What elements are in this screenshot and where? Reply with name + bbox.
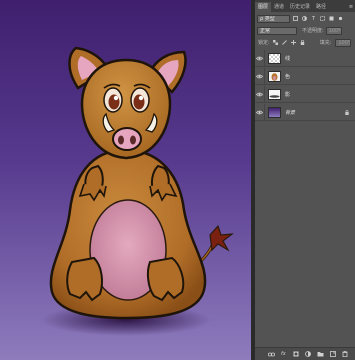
tab-layers[interactable]: 图层: [255, 2, 272, 12]
layer-style-fx-icon[interactable]: fx: [280, 351, 287, 358]
left-nostril: [118, 135, 124, 145]
visibility-eye-icon[interactable]: [255, 49, 265, 67]
lock-position-icon[interactable]: [290, 39, 297, 46]
boar-illustration: [41, 46, 234, 336]
lock-transparent-pixels-icon[interactable]: [272, 39, 279, 46]
layer-name: 影: [285, 91, 291, 98]
snout: [112, 127, 142, 151]
left-foot: [66, 256, 103, 302]
right-foot: [146, 256, 185, 302]
fill-field[interactable]: 100%: [335, 38, 352, 47]
filter-toggle-icon[interactable]: [337, 15, 344, 22]
document-canvas[interactable]: [0, 0, 251, 360]
visibility-eye-icon[interactable]: [255, 103, 265, 121]
filter-smart-object-icon[interactable]: [328, 15, 335, 22]
tab-paths[interactable]: 路径: [313, 2, 329, 12]
layers-panel: 图层 通道 历史记录 路径 ≡ ρ 类型 T 正常 不透明度: 100% 锁定:…: [255, 0, 355, 360]
filter-adjustment-icon[interactable]: [301, 15, 308, 22]
link-layers-icon[interactable]: [267, 351, 275, 358]
blend-mode-row: 正常 不透明度: 100%: [255, 26, 355, 35]
visibility-eye-icon[interactable]: [255, 67, 265, 85]
layer-row-background[interactable]: 背景: [255, 103, 355, 121]
opacity-label: 不透明度:: [302, 28, 324, 34]
add-mask-icon[interactable]: [292, 351, 299, 358]
layers-bottom-toolbar: fx: [255, 347, 355, 360]
panel-tab-bar: 图层 通道 历史记录 路径 ≡: [255, 0, 355, 12]
layer-thumbnail: [268, 70, 281, 82]
filter-kind-dropdown[interactable]: ρ 类型: [257, 14, 290, 23]
right-nostril: [130, 135, 136, 145]
tail-tuft: [209, 224, 234, 252]
layer-row-line[interactable]: 线: [255, 49, 355, 67]
left-pupil: [108, 94, 120, 110]
filter-pixel-icon[interactable]: [292, 15, 299, 22]
new-group-icon[interactable]: [317, 351, 324, 358]
visibility-eye-icon[interactable]: [255, 85, 265, 103]
lock-image-pixels-icon[interactable]: [281, 39, 288, 46]
photoshop-window: 图层 通道 历史记录 路径 ≡ ρ 类型 T 正常 不透明度: 100% 锁定:…: [0, 0, 355, 360]
layer-name: 线: [285, 55, 291, 62]
layer-row-shadow[interactable]: 影: [255, 85, 355, 103]
layer-filter-row: ρ 类型 T: [255, 14, 355, 23]
right-pupil: [133, 94, 145, 110]
lock-label: 锁定:: [258, 40, 270, 46]
lock-row: 锁定: 填充: 100%: [255, 38, 355, 47]
lock-icon: [345, 109, 349, 115]
tab-history[interactable]: 历史记录: [287, 2, 313, 12]
layer-row-color[interactable]: 色: [255, 67, 355, 85]
blend-mode-dropdown[interactable]: 正常: [257, 26, 297, 35]
new-layer-icon[interactable]: [329, 351, 336, 358]
layer-thumbnail: [268, 88, 281, 100]
lock-all-icon[interactable]: [299, 39, 306, 46]
layer-thumbnail: [268, 52, 281, 64]
panel-menu-icon[interactable]: ≡: [347, 2, 355, 12]
tab-channels[interactable]: 通道: [271, 2, 287, 12]
layer-name: 色: [285, 73, 291, 80]
layer-name: 背景: [285, 109, 296, 116]
adjustment-layer-icon[interactable]: [304, 351, 311, 358]
fill-label: 填充:: [319, 40, 332, 46]
opacity-field[interactable]: 100%: [325, 26, 342, 35]
filter-shape-icon[interactable]: [319, 15, 326, 22]
layer-thumbnail: [268, 106, 281, 118]
delete-layer-icon[interactable]: [341, 351, 348, 358]
filter-type-icon[interactable]: T: [310, 15, 317, 22]
